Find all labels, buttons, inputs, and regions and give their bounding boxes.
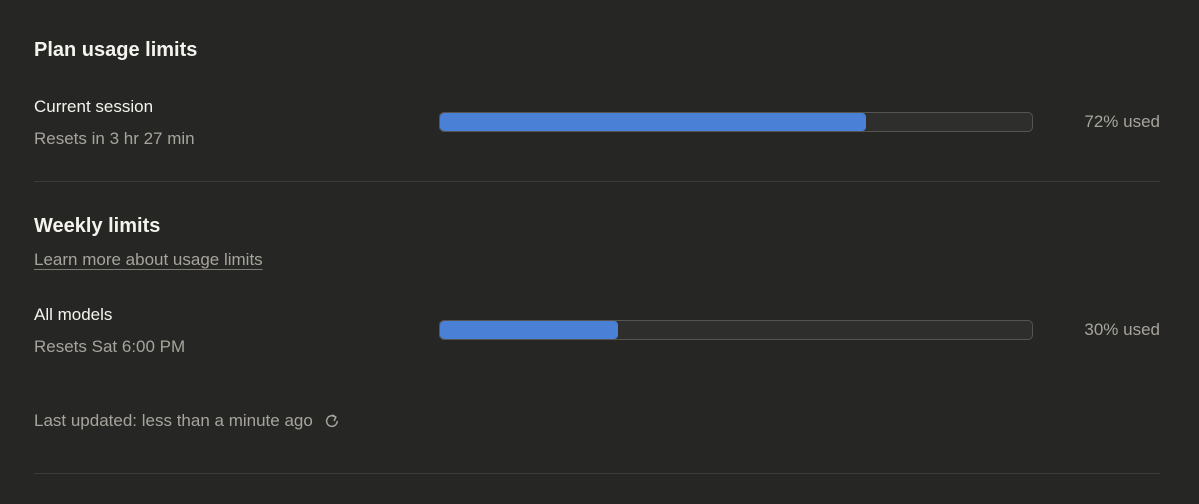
plan-usage-title: Plan usage limits [34,39,198,61]
current-session-progress-fill [440,113,867,131]
current-session-usage: 72% used [1084,112,1160,131]
all-models-progress-fill [440,321,618,339]
all-models-reset: Resets Sat 6:00 PM [34,337,186,356]
all-models-label: All models [34,305,113,324]
divider [34,473,1160,474]
last-updated-text: Last updated: less than a minute ago [34,411,313,430]
all-models-progress-bar [439,320,1033,340]
all-models-row: All models Resets Sat 6:00 PM 30% used [34,304,1160,364]
current-session-progress-bar [439,112,1033,132]
refresh-icon[interactable] [323,412,341,430]
learn-more-link[interactable]: Learn more about usage limits [34,249,263,271]
last-updated-row: Last updated: less than a minute ago [34,410,341,432]
divider [34,181,1160,182]
weekly-limits-title: Weekly limits [34,215,161,237]
usage-limits-panel: Plan usage limits Current session Resets… [34,0,1160,504]
all-models-usage: 30% used [1084,320,1160,339]
current-session-label: Current session [34,97,154,116]
current-session-reset: Resets in 3 hr 27 min [34,129,195,148]
current-session-row: Current session Resets in 3 hr 27 min 72… [34,96,1160,156]
